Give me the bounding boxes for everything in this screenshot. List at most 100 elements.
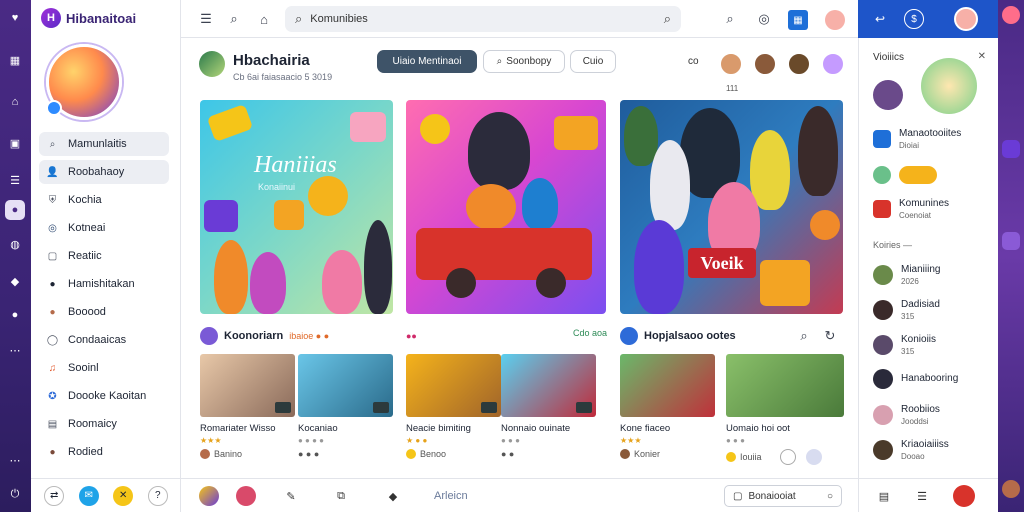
- share-icon[interactable]: ⇄: [44, 485, 65, 506]
- person-row[interactable]: Mianiiing 2026: [873, 264, 940, 286]
- user-avatar[interactable]: [954, 7, 978, 31]
- app-icon[interactable]: [199, 486, 219, 506]
- home-icon[interactable]: ⌂: [255, 10, 273, 28]
- box-icon[interactable]: ▣: [5, 133, 25, 153]
- settings-icon[interactable]: [779, 449, 796, 465]
- app-icon[interactable]: [1002, 140, 1020, 158]
- more-icon[interactable]: [805, 449, 822, 465]
- close-badge-icon[interactable]: ✕: [113, 485, 134, 506]
- sidebar-item[interactable]: ♫ Sooinl: [39, 356, 169, 380]
- music-icon: ♫: [48, 362, 57, 374]
- link-icon[interactable]: co: [688, 56, 699, 67]
- member-avatar[interactable]: [787, 52, 811, 76]
- toolbar-field[interactable]: ▢ Bonaiooiat ○: [724, 485, 842, 507]
- search-input[interactable]: [310, 13, 656, 25]
- search-bar[interactable]: ⌕ ⌕: [285, 6, 681, 32]
- hero-card-1[interactable]: Haniiias Konaiinui: [200, 100, 393, 314]
- group-avatar[interactable]: [199, 51, 225, 77]
- puzzle-icon[interactable]: ⧉: [331, 486, 351, 506]
- play-icon[interactable]: [620, 327, 638, 345]
- member-avatar[interactable]: [753, 52, 777, 76]
- sidebar-item[interactable]: ● Booood: [39, 300, 169, 324]
- primary-button[interactable]: Uiaio Mentinaoi: [377, 50, 477, 73]
- video-card[interactable]: Romariater Wisso ★★★ Banino: [200, 354, 295, 468]
- friends-icon[interactable]: ●: [5, 305, 25, 325]
- user-avatar[interactable]: [825, 10, 845, 30]
- close-icon[interactable]: ✕: [978, 51, 986, 62]
- menu-icon[interactable]: ☰: [197, 10, 215, 28]
- search-icon[interactable]: ⌕: [721, 10, 739, 28]
- app-icon[interactable]: [1002, 232, 1020, 250]
- member-avatar[interactable]: [821, 52, 845, 76]
- user-icon: 👤: [46, 166, 59, 178]
- card-thumbnail: [620, 354, 715, 417]
- toggle-switch[interactable]: [899, 166, 937, 184]
- secondary-button[interactable]: ⌕ Soonbopy: [483, 50, 565, 73]
- toolbar-label[interactable]: Arleicn: [434, 490, 468, 502]
- sidebar-item[interactable]: ✪ Doooke Kaoitan: [39, 384, 169, 408]
- video-card[interactable]: Kocaniao ● ● ● ● ● ● ●: [298, 354, 393, 468]
- avatar-icon[interactable]: [236, 486, 256, 506]
- sidebar-item-label: Mamunlaitis: [68, 138, 127, 150]
- user-avatar[interactable]: [953, 485, 975, 507]
- sidebar-item[interactable]: ⛨ Kochia: [39, 188, 169, 212]
- duration-tag: [275, 402, 291, 413]
- person-row[interactable]: Roobiios Jooddsi: [873, 404, 940, 426]
- help-icon[interactable]: ?: [147, 485, 168, 506]
- compass-icon[interactable]: ◎: [755, 10, 773, 28]
- avatar[interactable]: [873, 80, 903, 110]
- more-dots-icon[interactable]: ⋯: [5, 450, 25, 470]
- search-submit-icon[interactable]: ⌕: [664, 11, 671, 27]
- person-row[interactable]: Hanabooring: [873, 369, 958, 389]
- sidebar-item[interactable]: 👤 Roobahaoy: [39, 160, 169, 184]
- video-card[interactable]: Nonnaio ouinate ● ● ● ● ●: [501, 354, 596, 468]
- panel-item[interactable]: Manaotooiites Dioiai: [873, 128, 961, 150]
- sidebar-item[interactable]: ⌕ Mamunlaitis: [39, 132, 169, 156]
- hero-card-2[interactable]: [406, 100, 606, 314]
- sidebar-item[interactable]: ◎ Kotneai: [39, 216, 169, 240]
- video-card[interactable]: Uomaio hoi oot ● ● ● Iouiia: [726, 354, 844, 468]
- person-row[interactable]: Kriaoiaiiiss Dooao: [873, 439, 949, 461]
- home-icon[interactable]: ⌂: [5, 92, 25, 112]
- tag-icon[interactable]: ◆: [383, 486, 403, 506]
- brand[interactable]: H Hibanaitoai: [41, 8, 136, 28]
- right-panel: Vioiiics ✕ Manaotooiites Dioiai Komunines…: [858, 38, 998, 478]
- puzzle-icon[interactable]: ◆: [5, 271, 25, 291]
- globe-icon[interactable]: ◍: [5, 234, 25, 254]
- list-icon[interactable]: ☰: [911, 485, 933, 507]
- video-card[interactable]: Kone fiaceo ★★★ Konier: [620, 354, 715, 468]
- grid-icon[interactable]: ▦: [5, 50, 25, 70]
- person-avatar: [873, 369, 893, 389]
- chat-icon[interactable]: ✉: [78, 485, 99, 506]
- grid-app-icon[interactable]: ▦: [788, 10, 808, 30]
- back-icon[interactable]: ↩: [870, 9, 890, 29]
- avatar-icon[interactable]: ●: [5, 200, 25, 220]
- person-row[interactable]: Konioiis 315: [873, 334, 936, 356]
- sidebar-item[interactable]: ● Hamishitakan: [39, 272, 169, 296]
- list-icon[interactable]: ☰: [5, 170, 25, 190]
- search-icon[interactable]: ⌕: [225, 10, 243, 28]
- search-icon[interactable]: ⌕: [795, 327, 813, 345]
- video-card[interactable]: Neacie bimiting ★ ● ● Benoo: [406, 354, 501, 468]
- sidebar-item[interactable]: ● Rodied: [39, 440, 169, 464]
- heart-icon[interactable]: ♥: [5, 8, 25, 28]
- badge-icon[interactable]: [1002, 6, 1020, 24]
- sidebar-item[interactable]: ◯ Condaaicas: [39, 328, 169, 352]
- more-icon[interactable]: ⋯: [5, 340, 25, 360]
- person-figure: [214, 240, 248, 314]
- member-avatar[interactable]: [719, 52, 743, 76]
- decoration: [760, 260, 810, 306]
- sidebar-item[interactable]: ▢ Reatiic: [39, 244, 169, 268]
- avatar-icon[interactable]: [1002, 480, 1020, 498]
- logout-icon[interactable]: ⏻: [5, 484, 25, 504]
- layout-icon[interactable]: ▤: [873, 485, 895, 507]
- panel-item[interactable]: [873, 166, 937, 184]
- refresh-icon[interactable]: ↻: [821, 327, 839, 345]
- person-row[interactable]: Dadisiad 315: [873, 299, 940, 321]
- dollar-icon[interactable]: $: [904, 9, 924, 29]
- chat-icon[interactable]: ✎: [281, 486, 301, 506]
- sidebar-item[interactable]: ▤ Roomaicy: [39, 412, 169, 436]
- panel-item[interactable]: Komunines Coenoiat: [873, 198, 949, 220]
- tertiary-button[interactable]: Cuio: [570, 50, 616, 73]
- hero-card-3[interactable]: Voeik: [620, 100, 843, 314]
